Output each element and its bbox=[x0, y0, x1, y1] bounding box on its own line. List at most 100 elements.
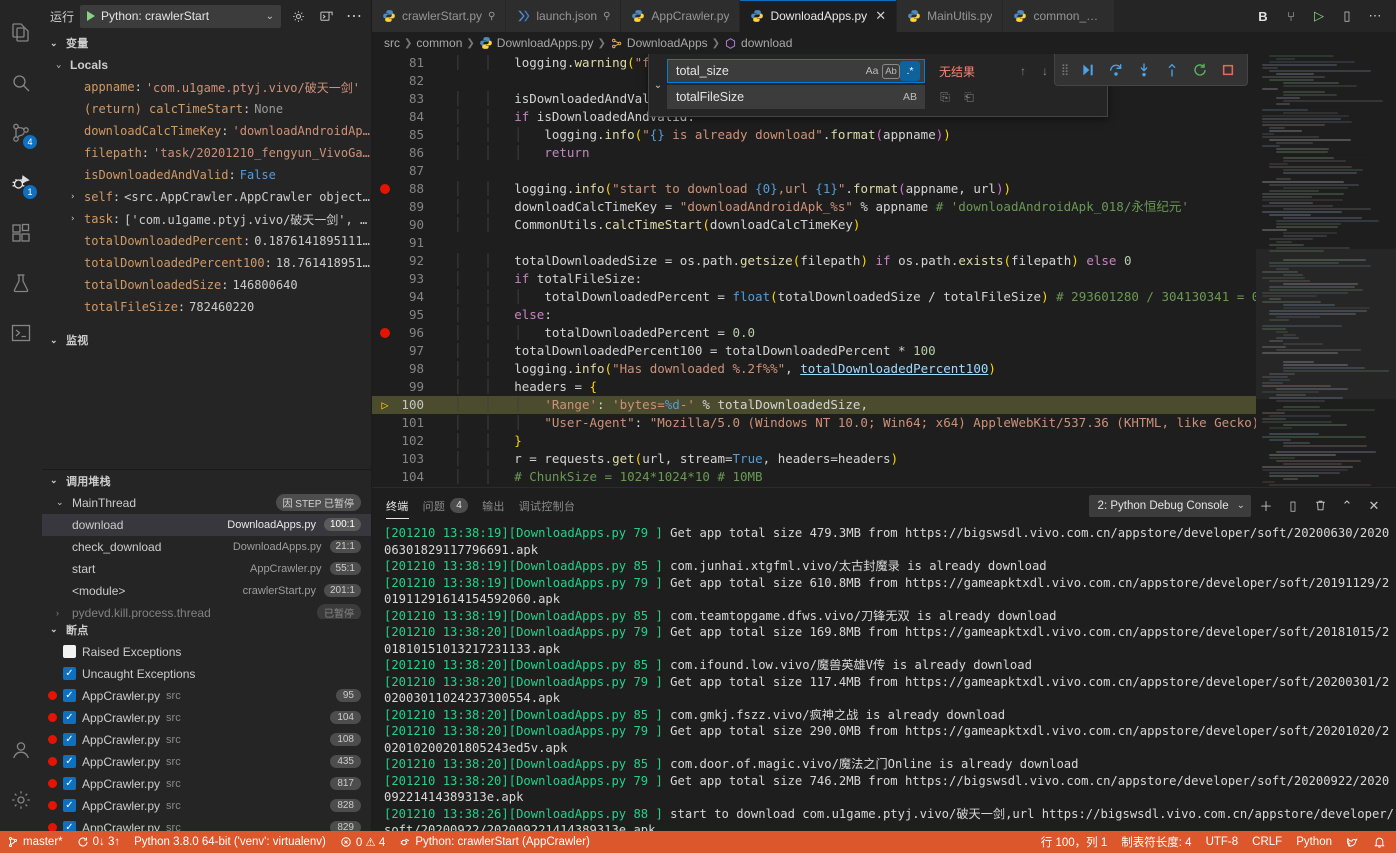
python-interpreter-status[interactable]: Python 3.8.0 64-bit ('venv': virtualenv) bbox=[127, 831, 333, 853]
match-case-icon[interactable]: Aa bbox=[862, 61, 882, 81]
checkbox[interactable] bbox=[63, 667, 76, 680]
language-mode-status[interactable]: Python bbox=[1289, 831, 1339, 853]
terminal-icon[interactable] bbox=[0, 308, 42, 358]
toggle-replace-icon[interactable]: ⌄ bbox=[649, 54, 667, 116]
checkbox[interactable] bbox=[63, 733, 76, 746]
tab-debug-console[interactable]: 调试控制台 bbox=[519, 488, 576, 523]
explorer-icon[interactable] bbox=[0, 8, 42, 58]
pin-icon[interactable]: ⚲ bbox=[603, 11, 610, 22]
checkbox[interactable] bbox=[63, 689, 76, 702]
eol-status[interactable]: CRLF bbox=[1245, 831, 1289, 853]
new-terminal-icon[interactable]: ＋ bbox=[1254, 494, 1278, 518]
code-line[interactable]: ▷ 100 │ │ │ 'Range': 'bytes=%d-' % totalDo… bbox=[372, 396, 1256, 414]
code-line[interactable]: 97 │ │ totalDownloadedPercent100 = totalD… bbox=[372, 342, 1256, 360]
close-panel-icon[interactable]: ✕ bbox=[1362, 494, 1386, 518]
tab-terminal[interactable]: 终端 bbox=[386, 488, 409, 523]
tab-output[interactable]: 输出 bbox=[482, 488, 505, 523]
indentation-status[interactable]: 制表符长度: 4 bbox=[1114, 831, 1198, 853]
fold-gutter[interactable] bbox=[434, 450, 450, 468]
debug-configuration-select[interactable]: Python: crawlerStart ⌄ bbox=[80, 4, 281, 28]
breadcrumb-item-common[interactable]: common bbox=[416, 36, 462, 50]
git-sync-status[interactable]: 0↓ 3↑ bbox=[70, 831, 128, 853]
pin-icon[interactable]: ⚲ bbox=[488, 11, 495, 22]
gutter-breakpoint-slot[interactable] bbox=[372, 486, 398, 487]
replace-all-icon[interactable]: ⎗ bbox=[959, 87, 979, 107]
close-icon[interactable]: ✕ bbox=[875, 8, 886, 24]
chevron-down-icon[interactable]: ⌄ bbox=[1237, 500, 1245, 511]
breakpoint-row[interactable]: AppCrawler.py src 95 bbox=[42, 685, 371, 707]
fold-gutter[interactable] bbox=[434, 90, 450, 108]
code-line[interactable]: 88 │ │ logging.info("start to download {0… bbox=[372, 180, 1256, 198]
code-line[interactable]: 89 │ │ downloadCalcTimeKey = "downloadAnd… bbox=[372, 198, 1256, 216]
preserve-case-icon[interactable]: AB bbox=[900, 87, 920, 107]
variable-row[interactable]: totalDownloadedPercent: 0.18761418951112… bbox=[42, 230, 371, 252]
use-regex-icon[interactable]: .* bbox=[900, 61, 920, 81]
debug-config-status[interactable]: Python: crawlerStart (AppCrawler) bbox=[392, 831, 596, 853]
code-line[interactable]: 92 │ │ totalDownloadedSize = os.path.gets… bbox=[372, 252, 1256, 270]
variable-row[interactable]: filepath: 'task/20201210_fengyun_VivoGam… bbox=[42, 142, 371, 164]
code-line[interactable]: 85 │ │ │ logging.info("{} is already down… bbox=[372, 126, 1256, 144]
code-line[interactable]: 87 bbox=[372, 162, 1256, 180]
code-line[interactable]: 102 │ │ } bbox=[372, 432, 1256, 450]
fold-gutter[interactable] bbox=[434, 468, 450, 486]
fold-gutter[interactable] bbox=[434, 126, 450, 144]
breadcrumb-item-class[interactable]: DownloadApps bbox=[610, 36, 708, 50]
code-line[interactable]: 95 │ │ else: bbox=[372, 306, 1256, 324]
breakpoint-exception-row[interactable]: Raised Exceptions bbox=[42, 641, 371, 663]
watch-pane-body[interactable] bbox=[42, 351, 371, 468]
variable-row[interactable]: downloadCalcTimeKey: 'downloadAndroidApk… bbox=[42, 120, 371, 142]
split-terminal-icon[interactable]: ▯ bbox=[1281, 494, 1305, 518]
code-line[interactable]: 103 │ │ r = requests.get(url, stream=True… bbox=[372, 450, 1256, 468]
kill-terminal-icon[interactable] bbox=[1308, 494, 1332, 518]
git-branch-status[interactable]: master* bbox=[0, 831, 70, 853]
fold-gutter[interactable] bbox=[434, 180, 450, 198]
tab-problems[interactable]: 问题 4 bbox=[423, 488, 469, 523]
notifications-bell-icon[interactable] bbox=[1366, 831, 1396, 853]
run-python-file-in-terminal-icon[interactable]: B bbox=[1250, 1, 1276, 31]
gutter-breakpoint-slot[interactable] bbox=[372, 342, 398, 360]
account-icon[interactable] bbox=[0, 725, 42, 775]
gutter-breakpoint-slot[interactable] bbox=[372, 306, 398, 324]
problems-status[interactable]: 0 ⚠ 4 bbox=[333, 831, 393, 853]
encoding-status[interactable]: UTF-8 bbox=[1199, 831, 1246, 853]
call-stack-thread[interactable]: › pydevd.kill.process.thread 已暂停 bbox=[42, 602, 371, 619]
gutter-breakpoint-slot[interactable] bbox=[372, 414, 398, 432]
fold-gutter[interactable] bbox=[434, 414, 450, 432]
checkbox[interactable] bbox=[63, 755, 76, 768]
run-play-icon[interactable]: ▷ bbox=[1306, 1, 1332, 31]
breakpoint-dot-icon[interactable] bbox=[372, 180, 398, 198]
gutter-breakpoint-slot[interactable] bbox=[372, 252, 398, 270]
open-configurations-gear-icon[interactable] bbox=[287, 5, 309, 27]
drag-handle-icon[interactable]: ⣿ bbox=[1061, 63, 1073, 76]
gutter-breakpoint-slot[interactable] bbox=[372, 360, 398, 378]
fold-gutter[interactable] bbox=[434, 162, 450, 180]
code-line[interactable]: 90 │ │ CommonUtils.calcTimeStart(download… bbox=[372, 216, 1256, 234]
continue-icon[interactable] bbox=[1075, 57, 1101, 83]
variable-row[interactable]: totalDownloadedPercent100: 18.7614189511… bbox=[42, 252, 371, 274]
variable-row[interactable]: › self: <src.AppCrawler.AppCrawler objec… bbox=[42, 186, 371, 208]
checkbox[interactable] bbox=[63, 711, 76, 724]
fold-gutter[interactable] bbox=[434, 486, 450, 487]
fold-gutter[interactable] bbox=[434, 198, 450, 216]
gutter-breakpoint-slot[interactable] bbox=[372, 378, 398, 396]
breadcrumb-item-file[interactable]: DownloadApps.py bbox=[479, 36, 594, 50]
current-execution-pointer-icon[interactable]: ▷ bbox=[372, 396, 398, 414]
breakpoint-dot-icon[interactable] bbox=[372, 324, 398, 342]
fold-gutter[interactable] bbox=[434, 252, 450, 270]
fold-gutter[interactable] bbox=[434, 144, 450, 162]
tab-crawlerStart-py[interactable]: crawlerStart.py ⚲ bbox=[372, 0, 507, 32]
chevron-right-icon[interactable]: › bbox=[70, 192, 84, 202]
gutter-breakpoint-slot[interactable] bbox=[372, 90, 398, 108]
step-into-icon[interactable] bbox=[1131, 57, 1157, 83]
terminal-output[interactable]: [201210 13:38:19][DownloadApps.py 79 ] G… bbox=[372, 523, 1396, 831]
tweet-feedback-icon[interactable] bbox=[1339, 831, 1366, 853]
more-actions-icon[interactable]: ⋯ bbox=[1362, 1, 1388, 31]
fold-gutter[interactable] bbox=[434, 396, 450, 414]
variables-scope-locals[interactable]: ⌄ Locals bbox=[42, 54, 371, 76]
code-line[interactable]: 86 │ │ │ return bbox=[372, 144, 1256, 162]
gutter-breakpoint-slot[interactable] bbox=[372, 144, 398, 162]
fold-gutter[interactable] bbox=[434, 360, 450, 378]
watch-pane-header[interactable]: ⌄ 监视 bbox=[42, 329, 371, 351]
variable-row[interactable]: appname: 'com.u1game.ptyj.vivo/破天一剑' bbox=[42, 76, 371, 98]
call-stack-frame[interactable]: <module> crawlerStart.py 201:1 bbox=[42, 580, 371, 602]
